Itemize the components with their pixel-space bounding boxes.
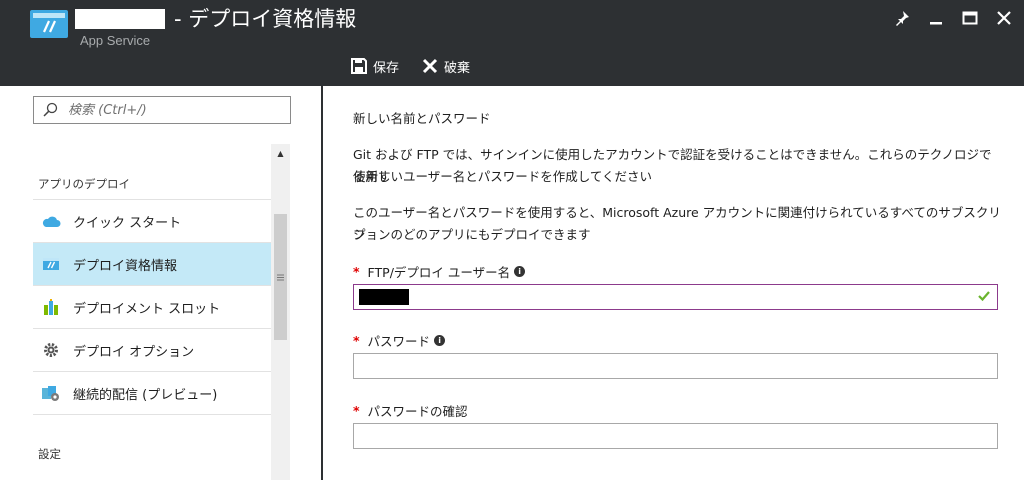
minimize-icon[interactable] [924,6,948,30]
window-controls [890,6,1016,30]
confirm-password-label-text: パスワードの確認 [367,404,468,419]
sidebar-item-label: デプロイ オプション [73,344,195,360]
description-line: る新しいユーザー名とパスワードを作成してください [353,169,653,184]
app-service-icon [30,10,68,38]
command-bar: 保存 破棄 [350,54,470,78]
info-icon[interactable]: i [434,335,446,346]
sidebar-item-continuous-delivery[interactable]: 継続的配信 (プレビュー) [33,371,271,414]
save-label: 保存 [373,60,400,76]
slots-icon [41,297,61,317]
password-label: * パスワード i [353,331,446,350]
credentials-form: 新しい名前とパスワード Git および FTP では、サインインに使用したアカウ… [323,86,1024,480]
pin-icon[interactable] [890,6,914,30]
description-line: ションのどのアプリにもデプロイできます [353,227,591,242]
required-mark: * [353,264,360,279]
required-mark: * [353,403,360,418]
discard-button[interactable]: 破棄 [421,54,470,78]
blade-subtitle: App Service [80,33,151,48]
confirm-password-input[interactable] [354,424,997,448]
form-heading: 新しい名前とパスワード [353,111,491,126]
discard-label: 破棄 [444,60,471,76]
save-button[interactable]: 保存 [350,54,399,78]
search-icon [43,102,58,117]
discard-icon [422,58,438,74]
scroll-thumb[interactable] [274,214,287,340]
username-field[interactable] [353,284,998,310]
sidebar-item-label: 継続的配信 (プレビュー) [73,387,218,403]
sidebar-item-quickstart[interactable]: クイック スタート [33,199,271,242]
maximize-icon[interactable] [958,6,982,30]
resource-menu: アプリのデプロイ クイック スタート デプロイ資格情報 デプロイメント スロット… [0,86,300,480]
section-label-deploy: アプリのデプロイ [38,177,130,191]
sidebar-item-label: デプロイ資格情報 [73,258,178,274]
sidebar-item-deploy-credentials[interactable]: デプロイ資格情報 [33,242,271,285]
redacted-username [359,289,409,305]
password-label-text: パスワード [367,334,431,349]
password-field[interactable] [353,353,998,379]
save-icon [351,58,367,74]
blade-title: - デプロイ資格情報 [174,7,357,31]
username-label: * FTP/デプロイ ユーザー名 i [353,262,526,281]
search-input[interactable] [68,102,278,118]
blade-header: - デプロイ資格情報 App Service 保存 破棄 [0,0,1024,86]
checkmark-icon [978,291,990,302]
nav-divider [33,414,271,415]
gear-icon [41,340,61,360]
redacted-app-name [75,9,165,29]
close-icon[interactable] [992,6,1016,30]
confirm-password-field[interactable] [353,423,998,449]
password-input[interactable] [354,354,997,378]
search-box[interactable] [33,96,291,124]
grip-icon [277,274,284,280]
continuous-delivery-icon [41,383,61,403]
scroll-up-arrow[interactable]: ▲ [271,144,290,162]
nav-list: クイック スタート デプロイ資格情報 デプロイメント スロット デプロイ オプシ… [33,199,271,415]
confirm-password-label: * パスワードの確認 [353,401,468,420]
required-mark: * [353,333,360,348]
scrollbar[interactable]: ▲ [271,144,290,480]
sidebar-item-label: デプロイメント スロット [73,301,221,317]
sidebar-item-deployment-slots[interactable]: デプロイメント スロット [33,285,271,328]
app-service-icon [41,254,61,274]
sidebar-item-label: クイック スタート [73,215,182,231]
cloud-icon [41,211,61,231]
username-label-text: FTP/デプロイ ユーザー名 [367,265,511,280]
info-icon[interactable]: i [514,266,526,277]
section-label-settings: 設定 [38,447,61,461]
sidebar-item-deploy-options[interactable]: デプロイ オプション [33,328,271,371]
